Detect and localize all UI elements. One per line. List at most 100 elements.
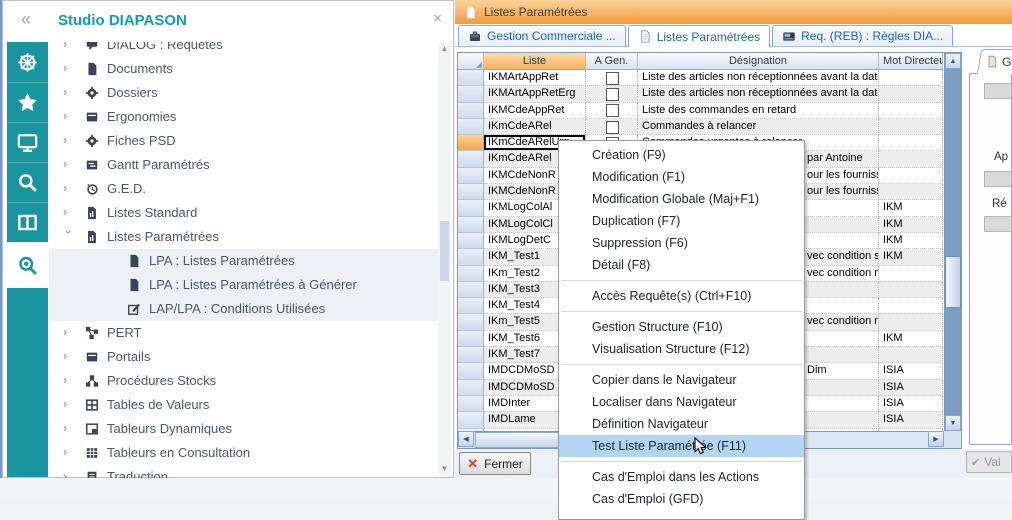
chevron-right-icon[interactable]: › <box>63 349 75 363</box>
valider-button[interactable]: ✔ Val <box>966 451 1012 473</box>
row-selector[interactable] <box>458 233 484 249</box>
mot-directeur-cell[interactable] <box>879 298 943 314</box>
mot-directeur-cell[interactable]: IKM <box>879 217 943 233</box>
tab-req-reb-regles[interactable]: Req. (REB) : Règles DIA... <box>772 25 953 46</box>
rail-item-monitor[interactable] <box>7 122 48 162</box>
column-header-designation[interactable]: Désignation <box>638 53 879 70</box>
row-selector[interactable] <box>458 380 484 396</box>
designation-cell[interactable]: Liste des articles non réceptionnées ava… <box>638 86 879 102</box>
context-menu-item-creation-f9[interactable]: Création (F9) <box>559 144 804 166</box>
row-selector[interactable] <box>458 151 484 167</box>
context-menu-item-modification-f1[interactable]: Modification (F1) <box>559 166 804 188</box>
scroll-down-icon[interactable]: ▼ <box>945 415 961 431</box>
chevron-right-icon[interactable]: › <box>63 421 75 435</box>
liste-cell[interactable]: IKMArtAppRetErg <box>484 86 586 102</box>
mot-directeur-cell[interactable]: ISIA <box>879 363 943 379</box>
vertical-scrollbar[interactable]: ▲ ▼ <box>944 53 961 431</box>
agen-cell[interactable] <box>586 70 638 86</box>
mot-directeur-cell[interactable] <box>879 168 943 184</box>
row-selector[interactable] <box>458 103 484 119</box>
checkbox-unchecked[interactable] <box>606 72 619 85</box>
table-row[interactable]: IKMArtAppRetListe des articles non récep… <box>458 70 944 86</box>
tree-item-listes-standard[interactable]: ›Listes Standard <box>49 201 440 225</box>
chevron-right-icon[interactable]: › <box>63 325 75 339</box>
chevron-down-icon[interactable]: › <box>62 230 76 242</box>
table-row[interactable]: IKmCdeARelCommandes à relancer <box>458 119 944 135</box>
mot-directeur-cell[interactable]: IKM <box>879 233 943 249</box>
context-menu-item-duplication-f7[interactable]: Duplication (F7) <box>559 210 804 232</box>
row-selector[interactable] <box>458 135 484 151</box>
agen-cell[interactable] <box>586 119 638 135</box>
mot-directeur-cell[interactable] <box>879 314 943 330</box>
tree-item-portails[interactable]: ›Portails <box>49 345 440 369</box>
agen-cell[interactable] <box>586 86 638 102</box>
tree-scrollbar-thumb[interactable] <box>440 221 449 281</box>
tree-item-lpa-listes-parametrees[interactable]: LPA : Listes Paramétrées <box>49 249 440 273</box>
tree-item-dialog-requetes[interactable]: ›DIALOG : Requêtes <box>49 42 440 57</box>
row-selector[interactable] <box>458 314 484 330</box>
right-panel-field-appel[interactable] <box>984 171 1012 187</box>
chevron-right-icon[interactable]: › <box>63 133 75 147</box>
scroll-left-icon[interactable]: ◀ <box>458 431 474 447</box>
chevron-right-icon[interactable]: › <box>63 85 75 99</box>
tree-item-fiches-psd[interactable]: ›Fiches PSD <box>49 129 440 153</box>
liste-cell[interactable]: IKMArtAppRet <box>484 70 586 86</box>
context-menu-item-copier-dans-le-navigateur[interactable]: Copier dans le Navigateur <box>559 369 804 391</box>
row-selector[interactable] <box>458 298 484 314</box>
row-selector[interactable] <box>458 168 484 184</box>
rail-item-search[interactable] <box>7 162 48 202</box>
row-selector[interactable] <box>458 412 484 428</box>
row-selector[interactable] <box>458 86 484 102</box>
chevron-right-icon[interactable]: › <box>63 373 75 387</box>
tree-item-lap-lpa-conditions-utilisees[interactable]: LAP/LPA : Conditions Utilisées <box>49 297 440 321</box>
row-selector[interactable] <box>458 282 484 298</box>
chevron-right-icon[interactable]: › <box>63 109 75 123</box>
designation-cell[interactable]: Liste des commandes en retard <box>638 103 879 119</box>
mot-directeur-cell[interactable] <box>879 70 943 86</box>
tree-scrollbar[interactable]: ▲ ▼ <box>438 43 451 476</box>
row-selector[interactable] <box>458 363 484 379</box>
table-row[interactable]: IKMCdeAppRet Liste des commandes en retar… <box>458 103 944 119</box>
vertical-scrollbar-thumb[interactable] <box>945 256 961 308</box>
context-menu-item-localiser-dans-navigateur[interactable]: Localiser dans Navigateur <box>559 391 804 413</box>
context-menu-item-modification-globale-maj-f1[interactable]: Modification Globale (Maj+F1) <box>559 188 804 210</box>
mot-directeur-cell[interactable]: IKM <box>879 331 943 347</box>
mot-directeur-cell[interactable] <box>879 282 943 298</box>
column-header-liste[interactable]: Liste <box>484 53 586 70</box>
row-selector[interactable] <box>458 200 484 216</box>
checkbox-unchecked[interactable] <box>606 121 619 134</box>
chevron-right-icon[interactable]: › <box>63 397 75 411</box>
checkbox-unchecked[interactable] <box>606 104 619 117</box>
row-selector[interactable] <box>458 217 484 233</box>
scroll-up-icon[interactable]: ▲ <box>945 53 961 69</box>
tree-item-tableurs-dynamiques[interactable]: ›Tableurs Dynamiques <box>49 417 440 441</box>
row-selector[interactable] <box>458 119 484 135</box>
context-menu-item-cas-d-emploi-dans-les-actions[interactable]: Cas d'Emploi dans les Actions <box>559 466 804 488</box>
chevron-right-icon[interactable]: › <box>63 445 75 459</box>
tree-item-pert[interactable]: ›PERT <box>49 321 440 345</box>
row-selector[interactable] <box>458 184 484 200</box>
mot-directeur-cell[interactable] <box>879 266 943 282</box>
tab-gestion-commerciale[interactable]: Gestion Commerciale ... <box>458 25 626 46</box>
row-selector[interactable] <box>458 249 484 265</box>
context-menu-item-gestion-structure-f10[interactable]: Gestion Structure (F10) <box>559 316 804 338</box>
row-selector[interactable] <box>458 331 484 347</box>
chevron-right-icon[interactable]: › <box>63 61 75 75</box>
right-panel-field-resultat[interactable] <box>984 216 1012 232</box>
tree-item-procedures-stocks[interactable]: ›Procédures Stocks <box>49 369 440 393</box>
chevron-right-icon[interactable]: › <box>63 42 75 51</box>
tree-item-dossiers[interactable]: ›Dossiers <box>49 81 440 105</box>
liste-cell[interactable]: IKMCdeAppRet <box>484 103 586 119</box>
mot-directeur-cell[interactable] <box>879 103 943 119</box>
mot-directeur-cell[interactable] <box>879 184 943 200</box>
chevron-right-icon[interactable]: › <box>63 469 75 478</box>
tree-item-documents[interactable]: ›Documents <box>49 57 440 81</box>
context-menu-item-acces-requete-s-ctrl-f10[interactable]: Accès Requête(s) (Ctrl+F10) <box>559 285 804 307</box>
context-menu-item-visualisation-structure-f12[interactable]: Visualisation Structure (F12) <box>559 338 804 360</box>
tree-scroll-down-icon[interactable]: ▼ <box>438 463 451 475</box>
scroll-right-icon[interactable]: ▶ <box>928 431 944 447</box>
context-menu-item-cas-d-emploi-gfd[interactable]: Cas d'Emploi (GFD) <box>559 488 804 510</box>
context-menu-item-detail-f8[interactable]: Détail (F8) <box>559 254 804 276</box>
mot-directeur-cell[interactable]: IKM <box>879 200 943 216</box>
rail-item-columns[interactable] <box>7 202 48 242</box>
